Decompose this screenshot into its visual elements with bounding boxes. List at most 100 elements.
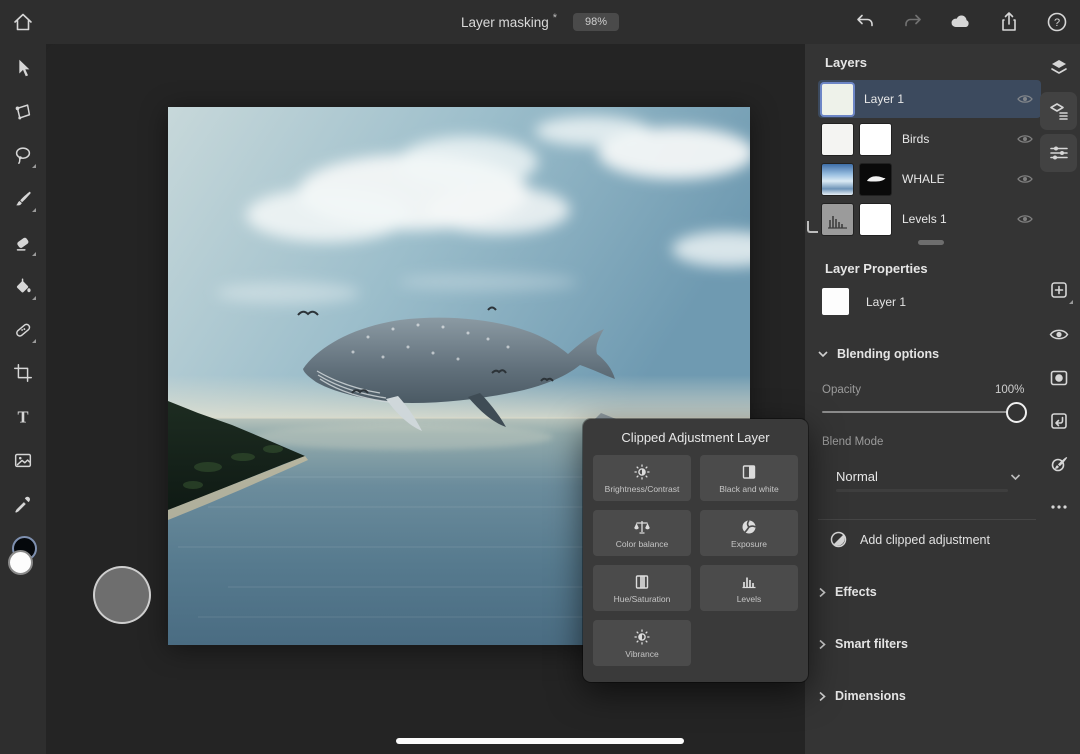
zoom-badge[interactable]: 98%: [573, 13, 620, 31]
properties-layer-thumbnail: [822, 288, 849, 315]
chevron-down-icon: [1010, 474, 1021, 481]
color-swatches[interactable]: [8, 536, 40, 576]
blend-mode-label: Blend Mode: [822, 436, 884, 448]
layers-list-handle[interactable]: [918, 240, 944, 245]
layers-panel-icon[interactable]: [1040, 48, 1077, 86]
brightness-icon: [634, 464, 650, 479]
layer-properties-toggle[interactable]: [1040, 92, 1077, 130]
cloud-sync-icon[interactable]: [948, 9, 974, 35]
adjustment-levels[interactable]: Levels: [700, 565, 798, 611]
tool-type[interactable]: T: [7, 401, 39, 433]
chevron-right-icon: [819, 587, 826, 597]
layer-mask-thumbnail: [860, 203, 891, 235]
layer-thumbnail: [822, 203, 853, 235]
tool-fill[interactable]: [7, 271, 39, 303]
blend-mode-value: Normal: [836, 469, 878, 484]
add-layer-button[interactable]: [1040, 271, 1077, 309]
divider: [818, 519, 1036, 520]
svg-text:?: ?: [1054, 17, 1060, 29]
chevron-right-icon: [819, 691, 826, 701]
clip-layer-button[interactable]: [1040, 402, 1077, 440]
clip-indicator: [807, 221, 818, 233]
clipped-adjustment-icon: [830, 531, 847, 548]
help-button[interactable]: ?: [1044, 9, 1070, 35]
layers-panel-title: Layers: [825, 55, 867, 70]
photoshop-ipad-app: { "topbar": { "title": "Layer masking", …: [0, 0, 1080, 754]
tool-place-image[interactable]: [7, 444, 39, 476]
tool-crop[interactable]: [7, 357, 39, 389]
touch-shortcut[interactable]: [93, 566, 151, 624]
clipped-adjustment-popup: Clipped Adjustment Layer Brightness/Cont…: [583, 419, 808, 682]
adjustment-hue-saturation[interactable]: Hue/Saturation: [593, 565, 691, 611]
vibrance-icon: [634, 629, 650, 644]
opacity-label: Opacity: [822, 384, 861, 396]
adjustment-exposure[interactable]: Exposure: [700, 510, 798, 556]
visibility-eye-icon[interactable]: [1017, 173, 1033, 185]
unsaved-indicator: *: [552, 12, 558, 24]
background-color-swatch[interactable]: [8, 550, 33, 575]
share-button[interactable]: [996, 9, 1022, 35]
tool-healing[interactable]: [7, 314, 39, 346]
home-indicator[interactable]: [396, 738, 684, 744]
visibility-eye-icon[interactable]: [1017, 213, 1033, 225]
layer-mask-thumbnail: [860, 163, 891, 195]
layer-name: WHALE: [902, 172, 945, 186]
layer-name: Levels 1: [902, 212, 947, 226]
levels-histogram-icon: [742, 577, 756, 588]
opacity-slider[interactable]: [822, 411, 1022, 413]
section-smart-filters[interactable]: Smart filters: [818, 637, 908, 651]
document-title: Layer masking: [460, 14, 549, 30]
visibility-eye-icon[interactable]: [1017, 93, 1033, 105]
layer-name: Birds: [902, 132, 930, 146]
scales-icon: [634, 520, 650, 534]
layer-mask-thumbnail: [860, 123, 891, 155]
properties-layer-name: Layer 1: [866, 295, 907, 309]
hue-saturation-icon: [635, 574, 649, 589]
dropdown-underline: [836, 489, 1008, 492]
tool-eraser[interactable]: [7, 227, 39, 259]
chevron-down-icon: [818, 351, 828, 358]
section-effects[interactable]: Effects: [818, 585, 877, 599]
add-clipped-adjustment-button[interactable]: Add clipped adjustment: [830, 531, 990, 548]
tool-lasso[interactable]: [7, 139, 39, 171]
layer-mask-button[interactable]: [1040, 359, 1077, 397]
opacity-value: 100%: [995, 384, 1025, 396]
layer-row-whale[interactable]: WHALE: [818, 160, 1041, 198]
blend-mode-dropdown[interactable]: Normal: [836, 468, 1021, 486]
paintbrush-button[interactable]: [1040, 445, 1077, 483]
adjustment-brightness-contrast[interactable]: Brightness/Contrast: [593, 455, 691, 501]
tool-eyedropper[interactable]: [7, 488, 39, 520]
visibility-eye-icon[interactable]: [1017, 133, 1033, 145]
layer-thumbnail: [822, 123, 853, 155]
layer-row-levels[interactable]: Levels 1: [818, 200, 1041, 238]
more-options-button[interactable]: [1040, 488, 1077, 526]
adjustment-vibrance[interactable]: Vibrance: [593, 620, 691, 666]
exposure-icon: [742, 519, 756, 533]
popup-title: Clipped Adjustment Layer: [621, 430, 770, 445]
redo-button[interactable]: [900, 9, 926, 35]
top-bar: Layer masking * 98% ?: [0, 0, 1080, 44]
adjustment-black-and-white[interactable]: Black and white: [700, 455, 798, 501]
tool-move[interactable]: [7, 52, 39, 84]
layer-row-layer1[interactable]: Layer 1: [818, 80, 1041, 118]
layer-properties-title: Layer Properties: [825, 261, 928, 276]
black-white-icon: [742, 464, 756, 479]
adjustment-color-balance[interactable]: Color balance: [593, 510, 691, 556]
home-button[interactable]: [8, 7, 38, 37]
layer-thumbnail: [822, 83, 853, 115]
layer-row-birds[interactable]: Birds: [818, 120, 1041, 158]
tool-transform[interactable]: [7, 96, 39, 128]
adjustments-toggle[interactable]: [1040, 134, 1077, 172]
tool-bar: T: [0, 44, 46, 754]
svg-text:T: T: [17, 408, 28, 427]
tool-brush[interactable]: [7, 183, 39, 215]
chevron-right-icon: [819, 639, 826, 649]
undo-button[interactable]: [852, 9, 878, 35]
section-dimensions[interactable]: Dimensions: [818, 689, 906, 703]
right-panel: Layers Layer 1 Birds WHALE Levels 1 Laye…: [805, 44, 1080, 754]
blending-options-header[interactable]: Blending options: [818, 347, 939, 361]
opacity-slider-knob[interactable]: [1006, 402, 1027, 423]
layer-thumbnail: [822, 163, 853, 195]
layer-name: Layer 1: [864, 92, 905, 106]
layer-visibility-button[interactable]: [1040, 315, 1077, 353]
